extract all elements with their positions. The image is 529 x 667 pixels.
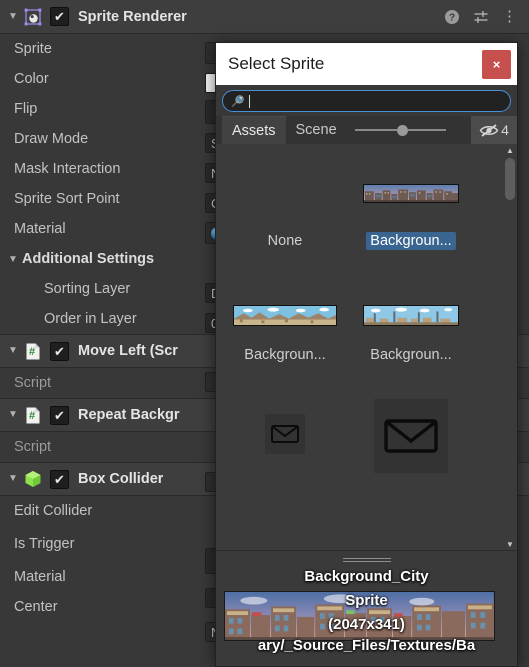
grid-item-background-town[interactable]: Backgroun... [348,284,474,364]
grid-item-mail-small[interactable] [222,409,348,461]
foldout-arrow-icon[interactable]: ▼ [4,410,22,420]
city-strip-thumbnail [363,183,459,203]
sprite-grid-area: None Backgroun... Backgroun... Backgroun… [216,144,517,550]
grid-item-label: None [267,233,303,249]
component-enabled-checkbox[interactable]: ✔ [50,469,69,489]
grid-scrollbar[interactable]: ▲ ▼ [503,144,517,550]
foldout-arrow-icon[interactable]: ▼ [4,11,22,22]
preview-sprite-path: ary/_Source_Files/Textures/Ba [257,637,476,654]
select-sprite-dialog: Select Sprite × 🔍 Assets Scene 4 None Ba… [215,42,518,667]
sprite-grid: None Backgroun... Backgroun... Backgroun… [216,144,503,550]
slider-knob[interactable] [396,124,408,136]
preview-sprite-type: Sprite [345,592,388,609]
thumbnail-slot [348,284,474,346]
thumbnail-zoom-slider[interactable] [347,116,471,144]
scrollbar-thumb[interactable] [505,158,515,200]
search-bar: 🔍 [216,85,517,116]
grid-item-label: Backgroun... [366,232,456,250]
close-icon[interactable]: × [482,49,511,79]
thumbnail-slot [222,409,348,459]
tab-assets[interactable]: Assets [222,116,286,144]
grid-item-label: Backgroun... [370,347,452,363]
grid-item-label: Backgroun... [244,347,326,363]
preview-sprite-name: Background_City [304,568,429,585]
svg-text:?: ? [449,12,455,23]
envelope-icon [265,414,305,454]
foldout-arrow-icon[interactable]: ▼ [4,346,22,356]
component-title: Box Collider [78,471,164,487]
component-enabled-checkbox[interactable]: ✔ [50,341,69,361]
dialog-title: Select Sprite [228,54,325,73]
property-label: Is Trigger [14,536,75,552]
search-input[interactable]: 🔍 [222,90,511,112]
eye-off-icon [479,123,499,138]
thumbnail-slot [348,394,474,478]
svg-text:#: # [28,410,34,422]
cs-script-icon: # [22,404,44,426]
tab-scene[interactable]: Scene [286,116,347,144]
text-caret [248,94,250,108]
property-label: Mask Interaction [14,161,121,177]
scroll-down-icon[interactable]: ▼ [503,538,517,550]
svg-text:#: # [28,346,34,358]
preset-sliders-icon[interactable] [473,9,489,25]
grid-item-label [281,459,289,461]
kebab-menu-icon[interactable]: ⋮ [502,9,517,24]
visibility-toggle-button[interactable]: 4 [471,116,517,144]
property-label: Sorting Layer [44,281,131,297]
preview-info: Background_City Sprite (2047x341) [216,565,517,637]
thumbnail-empty [222,154,348,232]
sprite-renderer-icon [22,6,44,28]
sprite-preview-panel: Background_City Sprite (2047x341) ary/_S… [216,550,517,666]
grid-item-background-city[interactable]: Backgroun... [348,154,474,250]
preview-sprite-dimensions: (2047x341) [328,616,405,633]
slider-track-right [407,129,446,131]
desert-strip-thumbnail [233,304,337,326]
component-enabled-checkbox[interactable]: ✔ [50,7,69,26]
grid-item-mail-large[interactable] [348,394,474,480]
town-strip-thumbnail [363,304,459,326]
property-label: Sprite Sort Point [14,191,120,207]
grid-item-label [407,478,415,480]
property-label: Edit Collider [14,503,93,519]
cs-script-icon: # [22,340,44,362]
foldout-arrow-icon[interactable]: ▼ [4,254,22,265]
foldout-arrow-icon[interactable]: ▼ [4,474,22,484]
box-collider-icon [22,468,44,490]
component-enabled-checkbox[interactable]: ✔ [50,405,69,425]
section-label: Additional Settings [22,251,155,267]
property-label: Script [14,439,52,455]
property-label: Flip [14,101,38,117]
property-label: Script [14,375,52,391]
grid-item-background-desert[interactable]: Backgroun... [222,284,348,364]
property-label: Color [14,71,49,87]
component-title: Repeat Backgr [78,407,180,423]
property-label: Material [14,569,66,585]
component-header-sprite-renderer[interactable]: ▼ ✔ Sprite Renderer ? ⋮ [0,0,529,34]
property-label: Draw Mode [14,131,89,147]
search-icon: 🔍 [231,95,245,108]
dialog-tabs: Assets Scene 4 [216,116,517,144]
property-label: Material [14,221,66,237]
scroll-up-icon[interactable]: ▲ [503,144,517,156]
thumbnail-slot [222,284,348,346]
help-icon[interactable]: ? [444,9,460,25]
slider-track-left [354,129,397,131]
thumbnail-slot [348,154,474,232]
envelope-icon [374,399,448,473]
component-title: Sprite Renderer [78,8,187,25]
preview-resize-handle[interactable] [342,556,391,564]
property-label: Sprite [14,41,52,57]
grid-item-none[interactable]: None [222,154,348,250]
property-label: Order in Layer [44,311,137,327]
visibility-count: 4 [501,122,509,138]
property-label: Center [14,599,58,615]
component-title: Move Left (Scr [78,343,178,359]
dialog-titlebar[interactable]: Select Sprite × [216,43,517,85]
